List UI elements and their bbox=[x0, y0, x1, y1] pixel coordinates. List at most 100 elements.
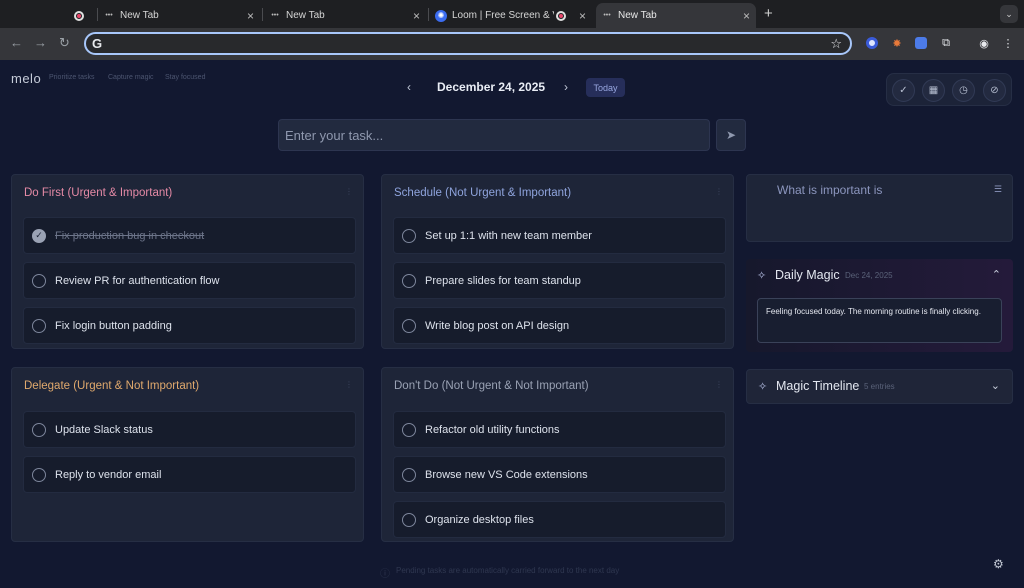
task-item[interactable]: Prepare slides for team standup bbox=[393, 262, 726, 299]
quadrant-dont-do: Don't Do (Not Urgent & Not Important) ⋮ … bbox=[381, 367, 734, 542]
drag-handle-icon[interactable]: ⋮ bbox=[715, 187, 723, 196]
tab-new-tab-2[interactable]: ••• New Tab × bbox=[264, 3, 426, 28]
daily-magic-note[interactable]: Feeling focused today. The morning routi… bbox=[757, 298, 1002, 343]
address-bar[interactable]: G ☆ bbox=[84, 32, 852, 55]
checkbox-circle-icon[interactable] bbox=[402, 467, 416, 482]
sparkles-icon: ✧ bbox=[758, 381, 768, 393]
task-item[interactable]: Set up 1:1 with new team member bbox=[393, 217, 726, 254]
1password-icon[interactable] bbox=[864, 35, 880, 51]
loom-icon: ✺ bbox=[435, 9, 447, 22]
checkbox-circle-icon[interactable] bbox=[32, 318, 46, 333]
tab-title: New Tab bbox=[618, 10, 657, 21]
calendar-icon[interactable]: ▦ bbox=[922, 79, 945, 102]
magic-timeline-title: Magic Timeline bbox=[776, 379, 860, 393]
task-item[interactable]: Update Slack status bbox=[23, 411, 356, 448]
checked-icon[interactable]: ✓ bbox=[32, 228, 46, 243]
forward-icon[interactable]: → bbox=[34, 35, 47, 50]
settings-sliders-icon[interactable]: ⚙ bbox=[993, 557, 1004, 571]
current-date: December 24, 2025 bbox=[437, 80, 546, 94]
tab-title: New Tab bbox=[286, 10, 325, 21]
tab-recording[interactable] bbox=[66, 3, 96, 28]
close-tab-icon[interactable]: × bbox=[413, 9, 420, 23]
task-item[interactable]: Write blog post on API design bbox=[393, 307, 726, 344]
quadrant-schedule: Schedule (Not Urgent & Important) ⋮ Set … bbox=[381, 174, 734, 349]
tab-search-chevron-icon[interactable]: ⌄ bbox=[1000, 5, 1018, 23]
tab-title: Loom | Free Screen & Vid bbox=[452, 10, 554, 21]
address-input[interactable] bbox=[108, 36, 850, 51]
tab-new-tab-active[interactable]: ••• New Tab × bbox=[596, 3, 756, 28]
task-item[interactable]: Organize desktop files bbox=[393, 501, 726, 538]
daily-magic-panel: ✧ Daily Magic Dec 24, 2025 ⌃ Feeling foc… bbox=[746, 259, 1013, 352]
checkbox-circle-icon[interactable] bbox=[402, 422, 416, 437]
important-prompt-card[interactable]: What is important is ☰ bbox=[746, 174, 1013, 242]
task-text: Prepare slides for team standup bbox=[425, 274, 581, 287]
check-circle-icon[interactable]: ✓ bbox=[892, 79, 915, 102]
reload-icon[interactable]: ↻ bbox=[59, 35, 70, 51]
puzzle-icon[interactable]: ⧉ bbox=[938, 35, 954, 51]
task-item[interactable]: Browse new VS Code extensions bbox=[393, 456, 726, 493]
task-item[interactable]: Reply to vendor email bbox=[23, 456, 356, 493]
task-input[interactable] bbox=[278, 119, 710, 151]
quadrant-title: Delegate (Urgent & Not Important) bbox=[24, 380, 200, 392]
daily-magic-date: Dec 24, 2025 bbox=[845, 271, 893, 280]
chevron-up-icon[interactable]: ⌃ bbox=[992, 268, 1001, 281]
sliders-icon[interactable]: ☰ bbox=[994, 184, 1002, 195]
google-icon: G bbox=[92, 36, 103, 51]
chevron-down-icon[interactable]: ⌄ bbox=[991, 379, 1000, 392]
record-icon bbox=[556, 10, 566, 21]
quadrant-delegate: Delegate (Urgent & Not Important) ⋮ Upda… bbox=[11, 367, 364, 542]
checkbox-circle-icon[interactable] bbox=[32, 422, 46, 437]
dots-icon: ••• bbox=[105, 12, 113, 19]
checkbox-circle-icon[interactable] bbox=[402, 512, 416, 527]
quadrant-title: Schedule (Not Urgent & Important) bbox=[394, 187, 572, 199]
new-tab-button[interactable]: + bbox=[764, 5, 773, 22]
dots-icon: ••• bbox=[271, 12, 279, 19]
task-text: Update Slack status bbox=[55, 423, 153, 436]
menu-icon[interactable]: ⋮ bbox=[1000, 35, 1016, 51]
drag-handle-icon[interactable]: ⋮ bbox=[345, 380, 353, 389]
task-text: Set up 1:1 with new team member bbox=[425, 229, 592, 242]
extension-spark-icon[interactable]: ✸ bbox=[889, 35, 905, 51]
tagline-focused: Stay focused bbox=[165, 74, 206, 81]
task-item[interactable]: Refactor old utility functions bbox=[393, 411, 726, 448]
tagline-prioritize: Prioritize tasks bbox=[49, 74, 95, 81]
task-item[interactable]: ✓ Fix production bug in checkout bbox=[23, 217, 356, 254]
drag-handle-icon[interactable]: ⋮ bbox=[345, 187, 353, 196]
quadrant-title: Do First (Urgent & Important) bbox=[24, 187, 173, 199]
quadrant-title: Don't Do (Not Urgent & Not Important) bbox=[394, 380, 589, 392]
chrome-icon[interactable] bbox=[913, 35, 929, 51]
today-button[interactable]: Today bbox=[586, 78, 625, 97]
prev-day-chevron-icon[interactable]: ‹ bbox=[407, 80, 411, 94]
bookmark-star-icon[interactable]: ☆ bbox=[830, 36, 842, 52]
close-tab-icon[interactable]: × bbox=[743, 9, 750, 23]
checkbox-circle-icon[interactable] bbox=[402, 318, 416, 333]
sparkles-icon: ✧ bbox=[757, 270, 767, 282]
checkbox-circle-icon[interactable] bbox=[32, 273, 46, 288]
task-text: Write blog post on API design bbox=[425, 319, 570, 332]
task-text: Refactor old utility functions bbox=[425, 423, 560, 436]
task-text: Fix production bug in checkout bbox=[55, 229, 205, 242]
important-prompt-text: What is important is bbox=[777, 183, 883, 197]
tab-title: New Tab bbox=[120, 10, 159, 21]
next-day-chevron-icon[interactable]: › bbox=[564, 80, 568, 94]
checkbox-circle-icon[interactable] bbox=[402, 273, 416, 288]
task-item[interactable]: Fix login button padding bbox=[23, 307, 356, 344]
clock-icon[interactable]: ◷ bbox=[952, 79, 975, 102]
task-text: Organize desktop files bbox=[425, 513, 534, 526]
dots-icon: ••• bbox=[603, 12, 611, 19]
hide-icon[interactable]: ⊘ bbox=[983, 79, 1006, 102]
tab-new-tab-1[interactable]: ••• New Tab × bbox=[98, 3, 260, 28]
quadrant-do-first: Do First (Urgent & Important) ⋮ ✓ Fix pr… bbox=[11, 174, 364, 349]
profile-icon[interactable]: ◉ bbox=[976, 35, 992, 51]
close-tab-icon[interactable]: × bbox=[247, 9, 254, 23]
checkbox-circle-icon[interactable] bbox=[32, 467, 46, 482]
close-tab-icon[interactable]: × bbox=[579, 9, 586, 23]
task-item[interactable]: Review PR for authentication flow bbox=[23, 262, 356, 299]
footer-note: Pending tasks are automatically carried … bbox=[396, 566, 620, 575]
drag-handle-icon[interactable]: ⋮ bbox=[715, 380, 723, 389]
send-icon[interactable]: ➤ bbox=[716, 119, 746, 151]
checkbox-circle-icon[interactable] bbox=[402, 228, 416, 243]
magic-timeline-panel[interactable]: ✧ Magic Timeline 5 entries ⌄ bbox=[746, 369, 1013, 404]
back-icon[interactable]: ← bbox=[10, 35, 23, 50]
tab-loom[interactable]: ✺ Loom | Free Screen & Vid × bbox=[430, 3, 592, 28]
